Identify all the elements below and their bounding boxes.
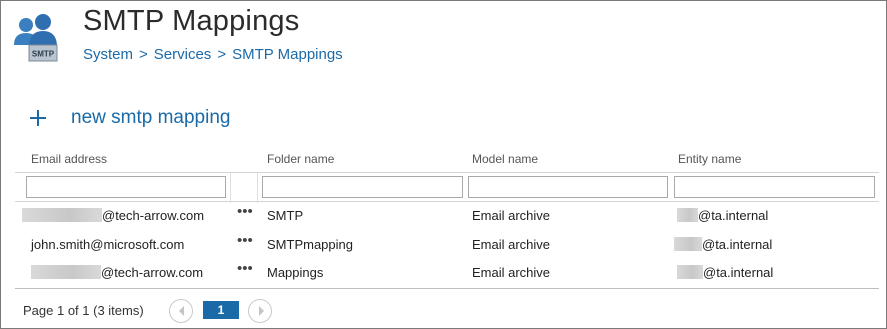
breadcrumb-smtp-mappings[interactable]: SMTP Mappings bbox=[232, 46, 343, 63]
column-header-email[interactable]: Email address bbox=[31, 152, 107, 166]
model-filter-input[interactable] bbox=[468, 176, 668, 198]
new-smtp-mapping-button[interactable]: new smtp mapping bbox=[29, 106, 230, 130]
email-cell: @tech-arrow.com bbox=[31, 265, 203, 280]
filter-row bbox=[15, 172, 879, 203]
email-filter-input[interactable] bbox=[26, 176, 226, 198]
model-cell: Email archive bbox=[472, 237, 551, 252]
smtp-badge-label: SMTP bbox=[32, 50, 55, 59]
chevron-left-icon bbox=[179, 306, 184, 316]
new-smtp-mapping-label: new smtp mapping bbox=[71, 107, 231, 128]
breadcrumb-separator: > bbox=[217, 46, 227, 63]
table-row[interactable]: @tech-arrow.com ••• SMTP Email archive @… bbox=[15, 201, 879, 229]
folder-cell: SMTP bbox=[267, 208, 304, 223]
column-divider bbox=[257, 173, 258, 203]
previous-page-button[interactable] bbox=[169, 299, 193, 323]
pager-summary: Page 1 of 1 (3 items) bbox=[23, 303, 144, 318]
email-cell: john.smith@microsoft.com bbox=[31, 237, 185, 252]
smtp-mappings-window: SMTP SMTP Mappings System > Services > SMTP … bbox=[0, 0, 887, 329]
redacted-text bbox=[22, 208, 102, 222]
entity-cell: @ta.internal bbox=[674, 237, 772, 252]
model-cell: Email archive bbox=[472, 208, 551, 223]
breadcrumb-services[interactable]: Services bbox=[154, 46, 212, 63]
column-header-folder[interactable]: Folder name bbox=[267, 152, 334, 166]
model-cell: Email archive bbox=[472, 265, 551, 280]
redacted-text bbox=[677, 265, 703, 279]
redacted-text bbox=[677, 208, 698, 222]
grid-divider bbox=[15, 288, 879, 289]
entity-cell: @ta.internal bbox=[677, 265, 773, 280]
folder-cell: Mappings bbox=[267, 265, 324, 280]
users-smtp-icon: SMTP bbox=[9, 11, 61, 63]
column-header-model[interactable]: Model name bbox=[472, 152, 538, 166]
column-divider bbox=[230, 173, 231, 203]
row-menu-icon[interactable]: ••• bbox=[237, 203, 253, 220]
row-menu-icon[interactable]: ••• bbox=[237, 260, 253, 277]
next-page-button[interactable] bbox=[248, 299, 272, 323]
breadcrumb: System > Services > SMTP Mappings bbox=[83, 46, 343, 63]
chevron-right-icon bbox=[259, 306, 264, 316]
breadcrumb-separator: > bbox=[139, 46, 148, 63]
table-row[interactable]: john.smith@microsoft.com ••• SMTPmapping… bbox=[15, 230, 879, 258]
row-menu-icon[interactable]: ••• bbox=[237, 232, 253, 249]
plus-icon bbox=[29, 109, 47, 127]
redacted-text bbox=[674, 237, 702, 251]
redacted-text bbox=[31, 265, 101, 279]
email-cell: @tech-arrow.com bbox=[22, 208, 204, 223]
column-header-entity[interactable]: Entity name bbox=[678, 152, 741, 166]
folder-filter-input[interactable] bbox=[262, 176, 463, 198]
table-row[interactable]: @tech-arrow.com ••• Mappings Email archi… bbox=[15, 258, 879, 286]
page-title: SMTP Mappings bbox=[83, 5, 300, 37]
entity-cell: @ta.internal bbox=[677, 208, 768, 223]
page-1-button[interactable]: 1 bbox=[203, 301, 239, 319]
entity-filter-input[interactable] bbox=[674, 176, 875, 198]
breadcrumb-system[interactable]: System bbox=[83, 46, 133, 63]
folder-cell: SMTPmapping bbox=[267, 237, 353, 252]
